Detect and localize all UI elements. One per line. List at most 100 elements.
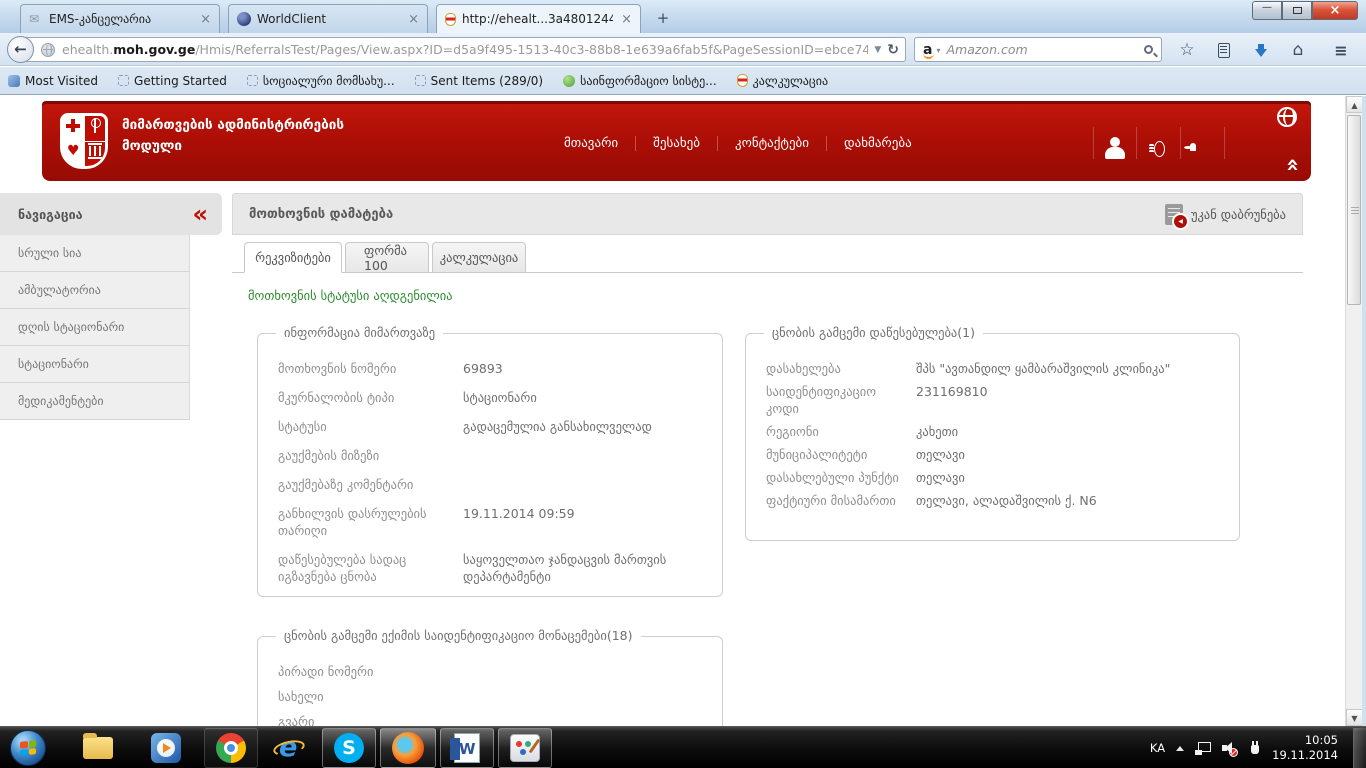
placeholder-icon xyxy=(247,75,258,86)
search-bar[interactable]: a ▾ Amazon.com xyxy=(914,37,1162,62)
media-player-icon xyxy=(151,733,181,763)
download-arrow-icon xyxy=(1255,49,1267,57)
taskbar-word-button[interactable] xyxy=(440,728,494,768)
tab-close-icon[interactable]: × xyxy=(408,12,419,27)
taskbar-explorer-button[interactable] xyxy=(72,728,124,768)
page-scrollbar[interactable]: ▲ ▼ xyxy=(1345,96,1362,726)
bookmark-social-service[interactable]: სოციალური მომსახუ... xyxy=(247,74,395,88)
show-desktop-button[interactable] xyxy=(1353,728,1366,768)
emblem-icon xyxy=(445,13,456,26)
firefox-icon xyxy=(392,732,424,764)
star-icon: ☆ xyxy=(1179,40,1194,60)
nav-item-about[interactable]: შესახებ xyxy=(636,136,718,151)
maximize-button[interactable] xyxy=(1282,1,1312,20)
close-button[interactable]: × xyxy=(1312,1,1358,20)
home-button[interactable]: ⌂ xyxy=(1283,39,1313,61)
language-indicator[interactable]: KA xyxy=(1150,741,1165,755)
nav-item-home[interactable]: მთავარი xyxy=(547,136,636,151)
sidebar-item-hospital[interactable]: სტაციონარი xyxy=(0,346,190,383)
browser-tab-ehealth-active[interactable]: http://ehealt...3a4801244cc6 × xyxy=(436,4,641,33)
browser-tab-worldclient[interactable]: WorldClient × xyxy=(228,4,428,33)
nav-item-contacts[interactable]: კონტაქტები xyxy=(718,136,827,151)
start-button[interactable] xyxy=(10,730,46,766)
back-return-link[interactable]: უკან დაბრუნება xyxy=(1165,204,1302,225)
field-row: დაწესებულება სადაც იგზავნება ცნობასაყოვე… xyxy=(278,551,702,585)
back-button[interactable]: ← xyxy=(7,36,34,63)
user-profile-button[interactable] xyxy=(1093,127,1137,159)
sidebar-collapse-icon[interactable]: « xyxy=(192,204,222,224)
sidebar-item-medicines[interactable]: მედიკამენტები xyxy=(0,383,190,420)
search-provider-dropdown-icon[interactable]: ▾ xyxy=(936,46,940,55)
main-header: მოთხოვნის დამატება უკან დაბრუნება xyxy=(232,193,1303,235)
site-identity-globe-icon[interactable] xyxy=(41,43,55,57)
taskbar: e S KA 10:05 19.11.2014 xyxy=(0,726,1366,768)
tab-calculation[interactable]: კალკულაცია xyxy=(432,242,526,273)
taskbar-paint-button[interactable] xyxy=(498,728,552,768)
power-plug-icon[interactable] xyxy=(1249,741,1261,756)
logout-button[interactable] xyxy=(1181,127,1225,159)
logout-icon xyxy=(1193,137,1213,159)
tab-requisites[interactable]: რეკვიზიტები xyxy=(244,242,342,273)
taskbar-skype-button[interactable]: S xyxy=(322,728,376,768)
caduceus-icon xyxy=(85,116,106,141)
tab-form-100[interactable]: ფორმა 100 xyxy=(345,242,429,273)
downloads-button[interactable] xyxy=(1246,39,1276,61)
search-icon[interactable] xyxy=(1144,45,1153,54)
new-tab-button[interactable]: + xyxy=(650,8,676,30)
url-bar[interactable]: ehealth.moh.gov.ge/Hmis/ReferralsTest/Pa… xyxy=(22,37,906,62)
scrollbar-thumb[interactable] xyxy=(1347,115,1361,305)
taskbar-ie-button[interactable]: e xyxy=(262,728,316,768)
page-title: მოთხოვნის დამატება xyxy=(233,207,1165,222)
bookmark-calculation[interactable]: კალკულაცია xyxy=(737,74,828,88)
taskbar-chrome-button[interactable] xyxy=(204,728,258,768)
volume-muted-icon[interactable] xyxy=(1222,741,1238,755)
back-document-icon xyxy=(1165,204,1183,225)
sidebar-title: ნავიგაცია xyxy=(0,207,192,222)
bookmark-info-system[interactable]: საინფორმაციო სისტე... xyxy=(563,74,717,88)
sidebar-header: ნავიგაცია « xyxy=(0,193,222,235)
sidebar-item-day-hospital[interactable]: დღის სტაციონარი xyxy=(0,309,190,346)
language-globe-icon[interactable] xyxy=(1277,107,1297,127)
browser-tab-ems[interactable]: ✉ EMS-კანცელარია × xyxy=(20,4,220,33)
minimize-button[interactable]: — xyxy=(1252,1,1282,20)
amazon-search-icon[interactable]: a xyxy=(923,43,932,57)
bookmark-most-visited[interactable]: Most Visited xyxy=(8,74,98,88)
taskbar-media-player-button[interactable] xyxy=(140,728,192,768)
network-icon[interactable] xyxy=(1195,742,1211,755)
tab-close-icon[interactable]: × xyxy=(621,12,632,27)
show-bookmarks-button[interactable] xyxy=(1209,39,1239,61)
user-list-button[interactable] xyxy=(1137,127,1181,159)
url-dropdown-icon[interactable]: ▼ xyxy=(874,45,881,55)
url-text[interactable]: ehealth.moh.gov.ge/Hmis/ReferralsTest/Pa… xyxy=(62,42,868,57)
bookmark-sent-items[interactable]: Sent Items (289/0) xyxy=(415,74,543,88)
user-icon xyxy=(1105,137,1125,159)
menu-button[interactable]: ≡ xyxy=(1326,39,1356,61)
bookmark-star-button[interactable]: ☆ xyxy=(1172,39,1202,61)
chrome-icon xyxy=(216,733,246,763)
column-icon xyxy=(85,142,106,167)
sidebar-item-full-list[interactable]: სრული სია xyxy=(0,235,190,272)
taskbar-firefox-button[interactable] xyxy=(380,728,436,768)
tab-close-icon[interactable]: × xyxy=(200,12,211,27)
box-legend: ინფორმაცია მიმართვაზე xyxy=(276,325,443,340)
hidden-icons-chevron-icon[interactable] xyxy=(1176,746,1184,751)
scroll-up-icon[interactable]: ▲ xyxy=(1346,96,1363,113)
mail-icon: ✉ xyxy=(29,12,43,26)
field-row: გვარი xyxy=(278,713,702,726)
referral-info-box: ინფორმაცია მიმართვაზე მოთხოვნის ნომერი69… xyxy=(257,333,723,597)
scroll-down-icon[interactable]: ▼ xyxy=(1346,709,1363,726)
clock[interactable]: 10:05 19.11.2014 xyxy=(1272,733,1338,763)
logo-shield-icon: ♥ xyxy=(63,116,105,166)
screen: ✉ EMS-კანცელარია × WorldClient × http://… xyxy=(0,0,1366,768)
nav-item-help[interactable]: დახმარება xyxy=(827,136,929,151)
placeholder-icon xyxy=(415,75,426,86)
word-icon xyxy=(454,733,480,763)
sidebar-item-ambulatory[interactable]: ამბულატორია xyxy=(0,272,190,309)
field-row: გაუქმებაზე კომენტარი xyxy=(278,476,702,493)
browser-titlebar: ✉ EMS-კანცელარია × WorldClient × http://… xyxy=(0,0,1366,33)
moh-logo[interactable]: ♥ xyxy=(60,113,108,169)
bookmark-getting-started[interactable]: Getting Started xyxy=(118,74,227,88)
green-globe-icon xyxy=(563,75,575,87)
collapse-header-chevron-icon[interactable]: « xyxy=(1282,158,1302,172)
reload-icon[interactable]: ↻ xyxy=(887,42,899,58)
